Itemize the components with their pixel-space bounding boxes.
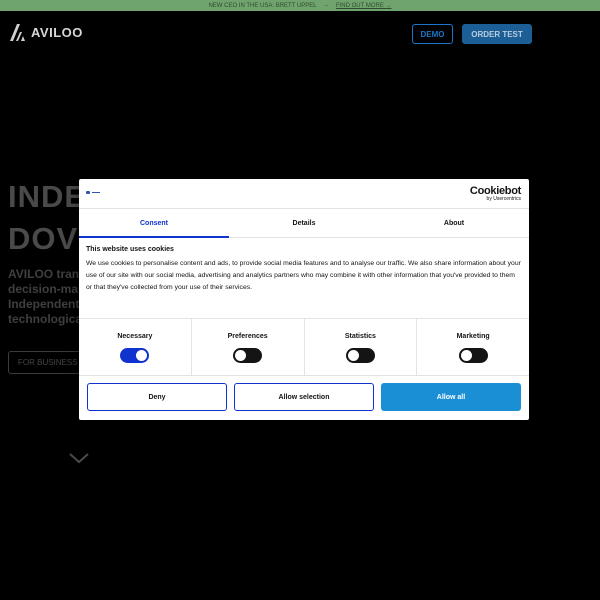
consent-toggles: Necessary Preferences Statistics Marketi… [79,319,529,376]
announcement-text: NEW CEO IN THE USA: BRETT UPPEL [208,2,317,9]
announcement-bar: NEW CEO IN THE USA: BRETT UPPEL – FIND O… [0,0,600,11]
hero-heading: INDE DOV [8,176,86,260]
dialog-tabs: Consent Details About [79,209,529,238]
cookiebot-logo[interactable]: Cookiebot by Usercentrics [470,185,521,202]
dialog-header: Cookiebot by Usercentrics [79,179,529,209]
allow-all-button[interactable]: Allow all [381,383,521,411]
switch-knob [235,350,247,361]
switch-knob [347,350,359,361]
demo-button[interactable]: DEMO [412,24,453,44]
hero-heading-line2: DOV [8,221,79,256]
hero-desc-line: AVILOO tran [8,267,80,281]
toggle-statistics: Statistics [305,319,418,375]
marketing-switch[interactable] [458,348,488,363]
deny-button[interactable]: Deny [87,383,227,411]
tab-details[interactable]: Details [229,209,379,237]
tab-consent[interactable]: Consent [79,209,229,238]
consent-title: This website uses cookies [86,246,174,253]
site-header: AVILOO DEMO ORDER TEST [0,11,600,56]
toggle-necessary: Necessary [79,319,192,375]
consent-description: We use cookies to personalise content an… [86,260,521,291]
logo-wordmark: AVILOO [31,25,83,40]
mini-logo-mark [92,192,100,193]
switch-knob [460,350,472,361]
hero-desc-line: Independent [8,297,80,311]
mini-logo-icon [86,191,90,194]
toggle-preferences: Preferences [192,319,305,375]
toggle-label: Preferences [227,333,268,340]
toggle-label: Statistics [344,333,376,340]
hero-description: AVILOO tran decision-ma Independent tech… [8,267,88,327]
site-mini-logo [86,191,100,194]
find-out-more-link[interactable]: FIND OUT MORE → [336,3,392,9]
announcement-separator: – [324,2,328,9]
toggle-label: Necessary [117,333,153,340]
aviloo-logo-icon [10,24,25,41]
order-test-button[interactable]: ORDER TEST [462,24,532,44]
tab-about[interactable]: About [379,209,529,237]
toggle-label: Marketing [456,333,490,340]
cookie-consent-dialog: Cookiebot by Usercentrics Consent Detail… [79,179,529,420]
for-business-button[interactable]: FOR BUSINESS [8,351,82,374]
hero-heading-line1: INDE [8,179,87,214]
hero-desc-line: technologica [8,312,83,326]
hero-desc-line: decision-ma [8,282,79,296]
allow-selection-button[interactable]: Allow selection [234,383,374,411]
consent-body: This website uses cookies We use cookies… [79,238,529,319]
dialog-actions: Deny Allow selection Allow all [79,376,529,418]
statistics-switch[interactable] [345,348,375,363]
preferences-switch[interactable] [233,348,263,363]
aviloo-logo[interactable]: AVILOO [10,24,83,41]
necessary-switch[interactable] [120,348,150,363]
scroll-down-chevron-icon[interactable] [68,452,90,464]
toggle-marketing: Marketing [417,319,529,375]
switch-knob [136,350,148,361]
